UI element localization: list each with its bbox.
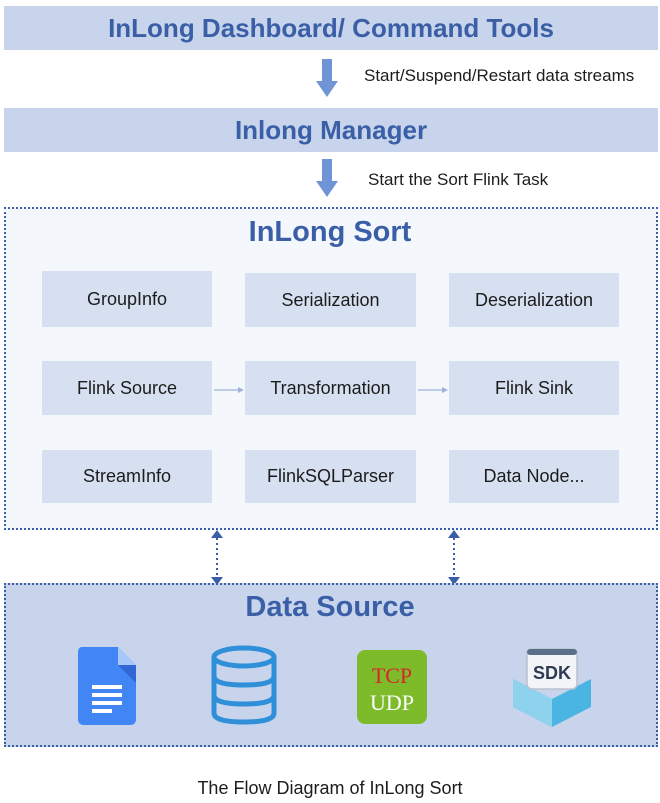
transformation-box: Transformation	[245, 361, 416, 415]
database-icon	[211, 645, 277, 725]
sdk-label: SDK	[533, 663, 571, 683]
tcp-label: TCP	[372, 663, 412, 688]
flow-arrow-icon	[214, 387, 244, 393]
arrow-label-start-sort-task: Start the Sort Flink Task	[368, 170, 549, 189]
manager-title: Inlong Manager	[234, 114, 428, 145]
udp-label: UDP	[370, 690, 414, 715]
deserialization-box: Deserialization	[449, 273, 619, 327]
arrow-label-start-suspend: Start/Suspend/Restart data streams	[364, 66, 635, 85]
figure-caption: The Flow Diagram of InLong Sort	[197, 778, 463, 798]
data-source-title: Data Source	[245, 591, 415, 623]
down-arrow-icon	[316, 59, 338, 97]
flinksqlparser-box: FlinkSQLParser	[245, 450, 416, 503]
bidirectional-arrow-icon	[211, 530, 223, 585]
document-icon	[78, 647, 136, 725]
serialization-box: Serialization	[245, 273, 416, 327]
streaminfo-box: StreamInfo	[42, 450, 212, 503]
sdk-icon: SDK	[513, 648, 591, 727]
tcp-udp-icon: TCP UDP	[357, 650, 427, 724]
flink-sink-box: Flink Sink	[449, 361, 619, 415]
inlong-sort-title: InLong Sort	[248, 216, 412, 248]
bidirectional-arrow-icon	[448, 530, 460, 585]
flink-source-box: Flink Source	[42, 361, 212, 415]
inlong-manager-bar: Inlong Manager	[4, 108, 658, 152]
data-node-box: Data Node...	[449, 450, 619, 503]
down-arrow-icon	[316, 159, 338, 197]
dashboard-command-tools-bar: InLong Dashboard/ Command Tools	[4, 6, 658, 50]
groupinfo-box: GroupInfo	[42, 271, 212, 327]
flow-arrow-icon	[418, 387, 448, 393]
dashboard-title: InLong Dashboard/ Command Tools	[108, 12, 554, 43]
